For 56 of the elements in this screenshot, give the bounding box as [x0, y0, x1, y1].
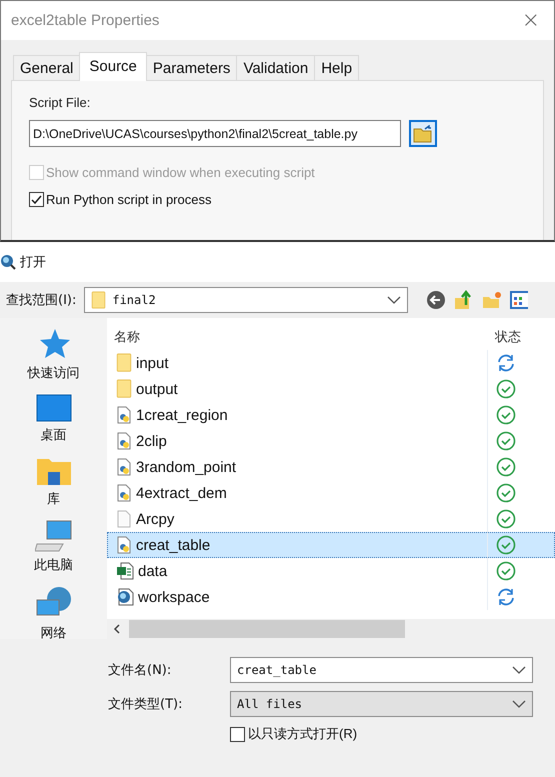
folder-icon — [36, 456, 72, 486]
folder-icon — [116, 353, 132, 373]
checkbox-label: 以只读方式打开(R) — [230, 725, 536, 743]
tab[interactable]: General — [13, 55, 80, 81]
places-item[interactable]: 网络 — [34, 586, 72, 642]
window-title: excel2table Properties — [11, 12, 160, 29]
checkbox[interactable] — [230, 726, 245, 742]
spreadsheet-icon — [116, 562, 134, 580]
look-in-label: 查找范围(I): — [6, 292, 76, 309]
python-file-icon — [116, 458, 132, 476]
checkbox-label: Run Python script in process — [29, 192, 526, 207]
computer-icon — [34, 520, 72, 552]
folder-icon — [116, 379, 132, 399]
file-name-field[interactable]: creat_table — [230, 657, 533, 683]
magnifier-globe-icon — [0, 254, 16, 270]
python-file-icon — [116, 406, 132, 424]
monitor-icon — [36, 394, 72, 422]
view-menu-icon[interactable] — [510, 290, 528, 310]
file-row[interactable]: 1creat_region — [107, 402, 555, 428]
file-icon — [116, 510, 132, 528]
checkbox[interactable] — [29, 192, 44, 207]
file-row[interactable]: 4extract_dem — [107, 480, 555, 506]
script-path-field[interactable]: D:\OneDrive\UCAS\courses\python2\final2\5creat_table.py — [29, 120, 401, 147]
column-header[interactable]: 名称 — [107, 328, 488, 346]
back-icon[interactable] — [426, 290, 446, 310]
places-item[interactable]: 快速访问 — [28, 328, 80, 382]
globe-file-icon — [116, 588, 134, 606]
file-row[interactable]: 2clip — [107, 428, 555, 454]
column-header[interactable]: 状态 — [488, 328, 521, 346]
tab[interactable]: Help — [314, 55, 360, 81]
file-row[interactable]: output — [107, 376, 555, 402]
look-in-dropdown[interactable]: final2 — [84, 287, 408, 313]
file-row[interactable]: data — [107, 558, 555, 584]
file-row[interactable]: creat_table — [107, 532, 555, 558]
file-type-dropdown[interactable]: All files — [230, 691, 533, 717]
scrollbar-thumb[interactable] — [129, 620, 405, 638]
places-item[interactable]: 桌面 — [36, 394, 72, 444]
field-label: 文件名(N): — [108, 662, 172, 679]
tab[interactable]: Source — [79, 52, 147, 81]
python-file-icon — [116, 536, 132, 554]
file-row[interactable]: workspace — [107, 584, 555, 610]
close-icon[interactable]: × — [522, 8, 540, 33]
field-label: Script File: — [29, 95, 92, 110]
checkbox-label: Show command window when executing script — [29, 165, 526, 180]
file-row[interactable]: input — [107, 350, 555, 376]
browse-button[interactable] — [409, 120, 437, 147]
places-item[interactable]: 库 — [36, 456, 72, 508]
folder-icon — [413, 124, 433, 142]
file-row[interactable]: 3random_point — [107, 454, 555, 480]
dialog-title: 打开 — [20, 254, 46, 271]
folder-icon — [91, 291, 106, 309]
field-label: 文件类型(T): — [108, 696, 184, 713]
scroll-left-icon[interactable] — [113, 624, 121, 634]
python-file-icon — [116, 484, 132, 502]
python-file-icon — [116, 432, 132, 450]
places-item[interactable]: 此电脑 — [34, 520, 73, 574]
